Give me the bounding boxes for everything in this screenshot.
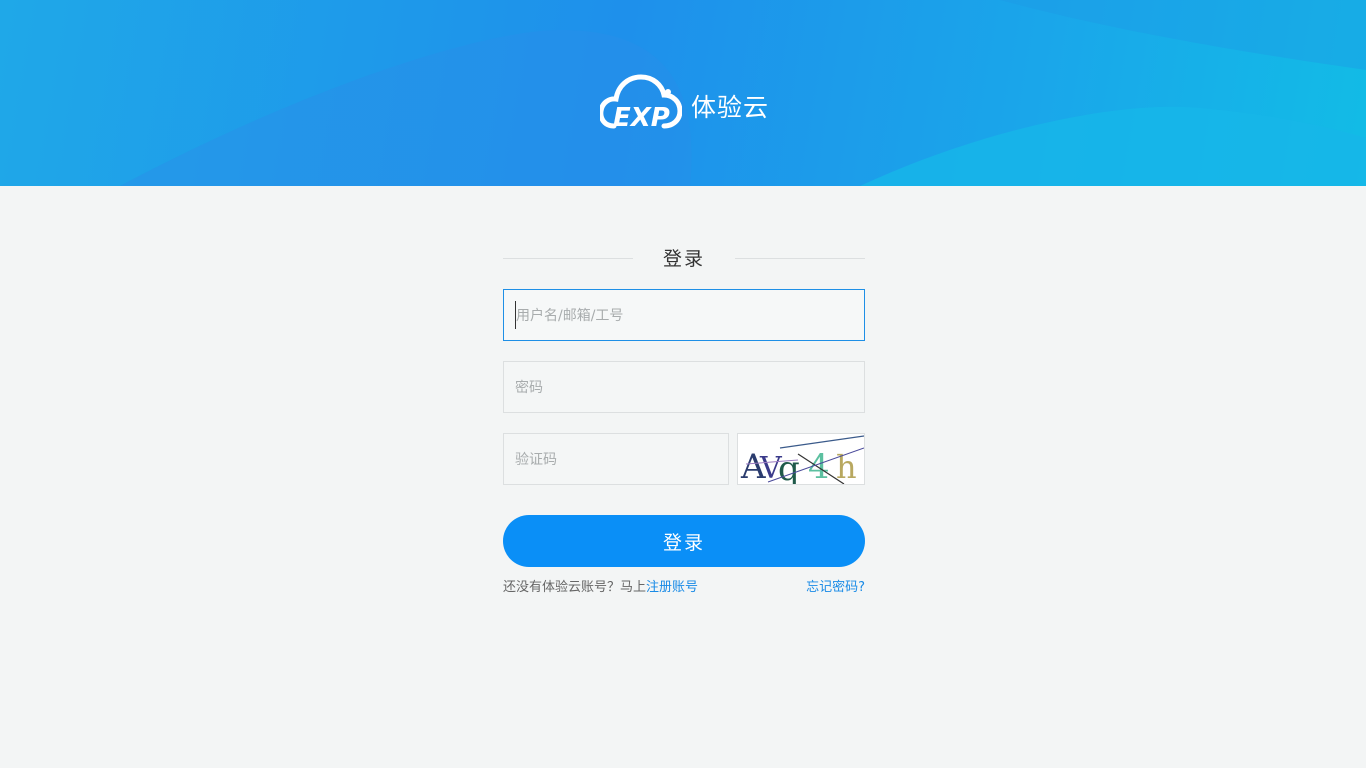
title-divider-right [735,258,865,259]
login-form: 登录 用户名/邮箱/工号 密码 验证码 A V q 4 h 登录 还没有体验云账… [503,236,865,595]
register-prompt: 还没有体验云账号？马上 [503,580,647,595]
captcha-char-3: q [778,449,800,485]
title-divider-left [503,258,633,259]
brand-name: 体验云 [691,92,770,122]
username-placeholder: 用户名/邮箱/工号 [516,308,624,324]
forgot-password-link[interactable]: 忘记密码? [806,576,865,595]
password-placeholder: 密码 [515,380,543,396]
captcha-char-5: h [836,448,857,485]
login-button[interactable]: 登录 [503,515,865,567]
form-title-row: 登录 [503,236,865,278]
cloud-logo-icon: EXP [600,74,682,132]
login-footer: 还没有体验云账号？马上注册账号 忘记密码? [503,576,865,595]
logo: EXP 体验云 [600,74,769,132]
captcha-input[interactable]: 验证码 [503,433,729,485]
form-title: 登录 [662,247,705,270]
captcha-graphic: A V q 4 h [738,434,864,485]
captcha-placeholder: 验证码 [515,452,557,468]
password-input[interactable]: 密码 [503,361,865,413]
username-input[interactable]: 用户名/邮箱/工号 [503,289,865,341]
header-banner: EXP 体验云 [0,0,1366,186]
register-link[interactable]: 注册账号 [646,580,698,595]
captcha-char-4: 4 [808,447,830,485]
register-prompt-row: 还没有体验云账号？马上注册账号 [503,576,698,595]
captcha-image[interactable]: A V q 4 h [737,433,865,485]
logo-letters: EXP [613,103,670,132]
